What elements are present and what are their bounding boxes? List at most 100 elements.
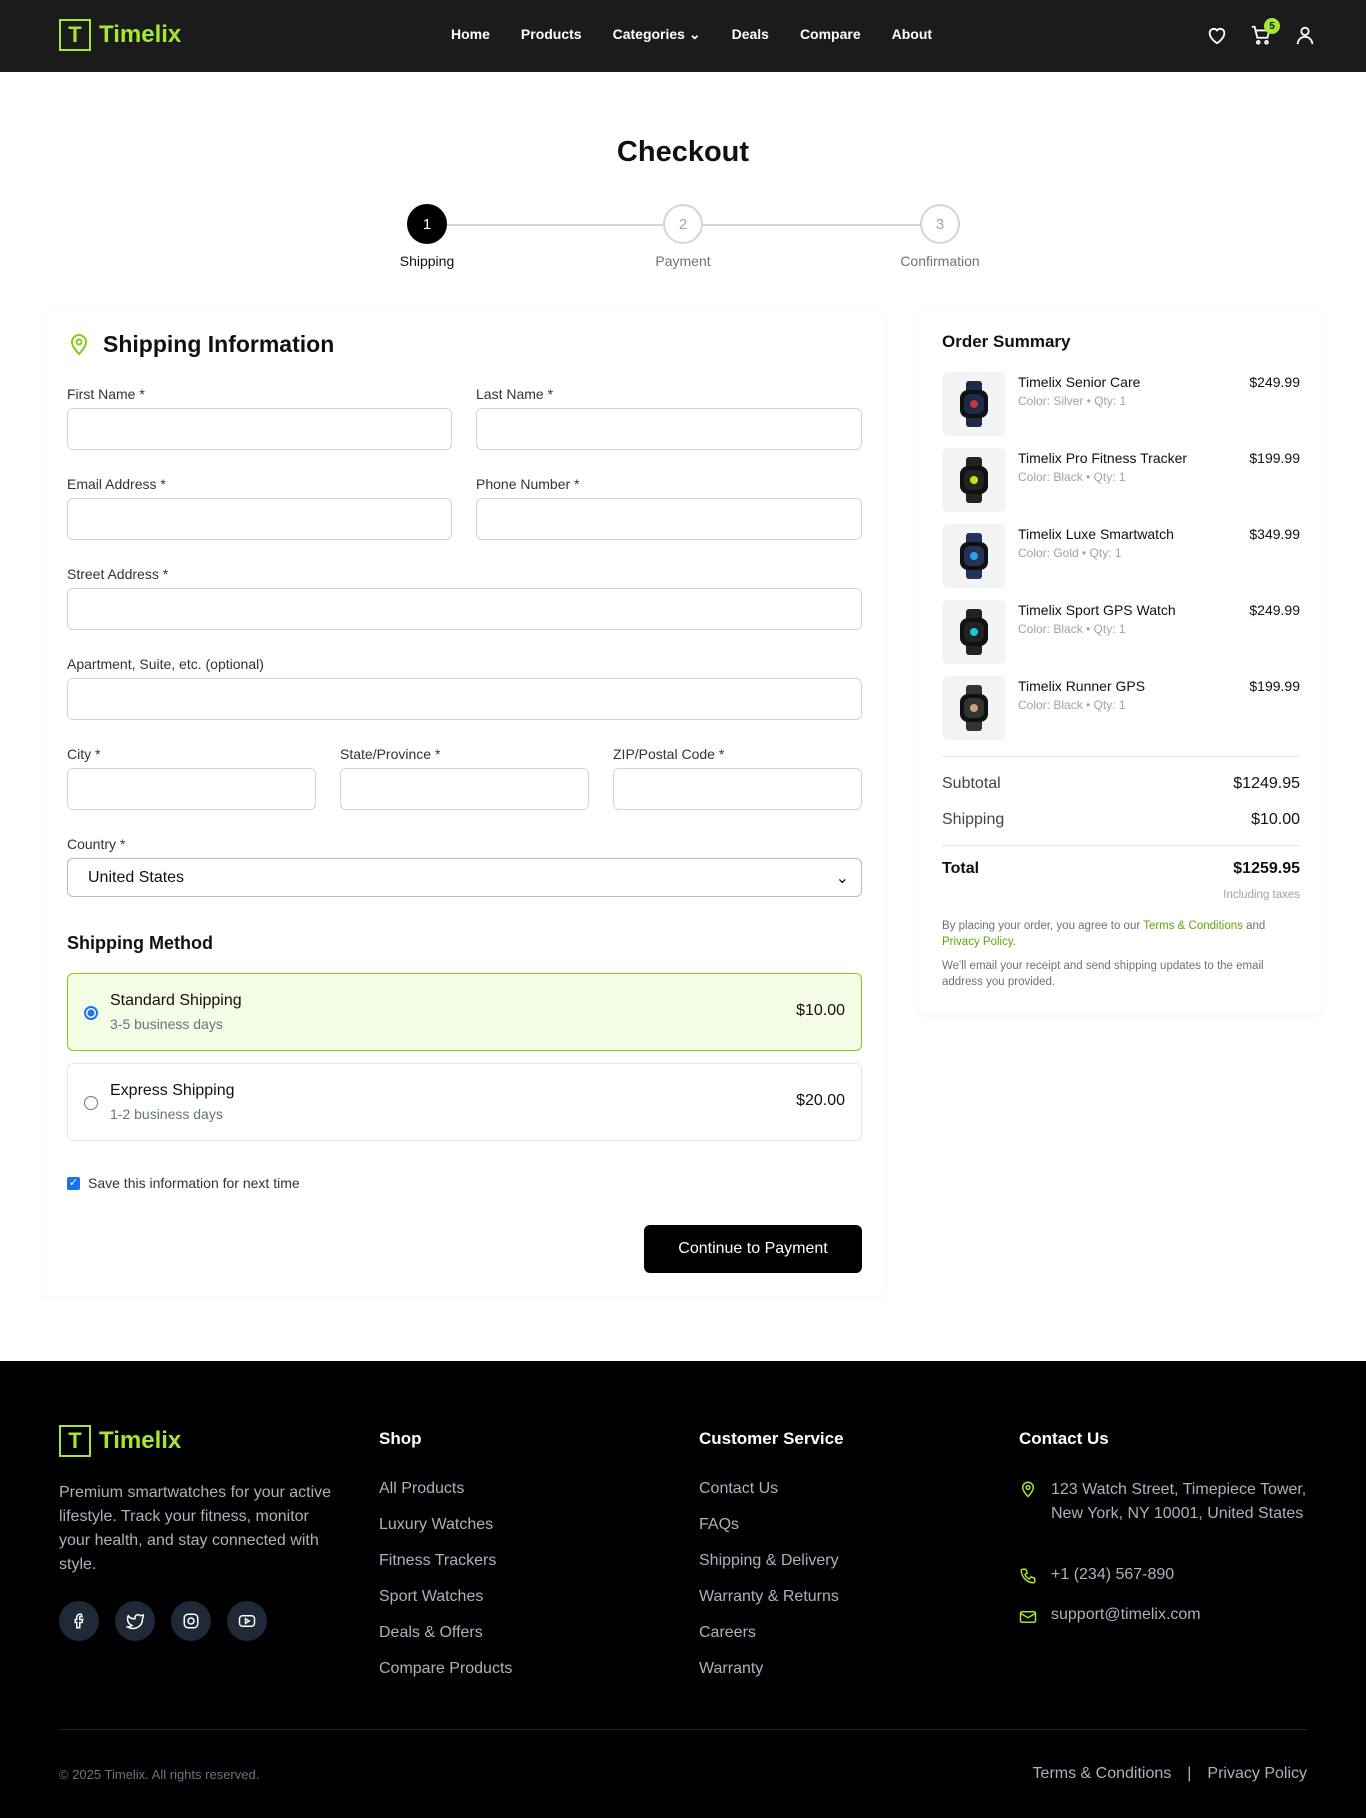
watch-icon <box>960 609 988 655</box>
item-price: $249.99 <box>1249 602 1300 618</box>
header: T Timelix Home Products Categories ⌄ Deal… <box>0 0 1366 72</box>
order-item: Timelix Pro Fitness Tracker Color: Black… <box>942 448 1300 512</box>
watch-icon <box>960 533 988 579</box>
shipping-option-express[interactable]: Express Shipping 1-2 business days $20.0… <box>67 1063 862 1141</box>
item-meta: Color: Black • Qty: 1 <box>1018 698 1126 712</box>
footer-link[interactable]: Deals & Offers <box>379 1624 483 1642</box>
product-thumbnail <box>942 524 1006 588</box>
nav-compare[interactable]: Compare <box>800 26 861 43</box>
street-input[interactable] <box>67 588 862 630</box>
footer-privacy-link[interactable]: Privacy Policy <box>1207 1765 1307 1783</box>
total-row: Total $1259.95 <box>942 860 1300 877</box>
shipping-method-title: Shipping Method <box>67 933 213 953</box>
order-item: Timelix Senior Care Color: Silver • Qty:… <box>942 372 1300 436</box>
last-name-input[interactable] <box>476 408 862 450</box>
checkbox-checked-icon[interactable]: ✓ <box>67 1176 80 1190</box>
chevron-down-icon: ⌄ <box>688 26 701 42</box>
agree-note: By placing your order, you agree to our … <box>942 920 1266 948</box>
footer-link[interactable]: FAQs <box>699 1516 739 1534</box>
email-label: Email Address * <box>67 476 166 492</box>
footer-link[interactable]: Shipping & Delivery <box>699 1552 839 1570</box>
step-connector <box>703 224 920 226</box>
nav-products[interactable]: Products <box>521 26 582 43</box>
footer <box>0 1361 1366 1818</box>
nav-categories[interactable]: Categories ⌄ <box>613 26 701 43</box>
zip-label: ZIP/Postal Code * <box>613 746 725 762</box>
step-2: 2 <box>663 204 703 244</box>
product-thumbnail <box>942 448 1006 512</box>
product-thumbnail <box>942 600 1006 664</box>
zip-input[interactable] <box>613 768 862 810</box>
footer-link[interactable]: Warranty & Returns <box>699 1588 839 1606</box>
footer-email[interactable]: support@timelix.com <box>1051 1606 1201 1624</box>
item-price: $249.99 <box>1249 374 1300 390</box>
item-name: Timelix Runner GPS <box>1018 678 1146 694</box>
logo[interactable]: T Timelix <box>59 19 181 51</box>
last-name-label: Last Name * <box>476 386 554 402</box>
item-name: Timelix Pro Fitness Tracker <box>1018 450 1188 466</box>
copyright: © 2025 Timelix. All rights reserved. <box>59 1767 260 1782</box>
item-name: Timelix Senior Care <box>1018 374 1141 390</box>
item-price: $349.99 <box>1249 526 1300 542</box>
apartment-label: Apartment, Suite, etc. (optional) <box>67 656 264 672</box>
email-input[interactable] <box>67 498 452 540</box>
subtotal-row: Subtotal $1249.95 <box>942 775 1300 792</box>
save-info-checkbox[interactable]: ✓ Save this information for next time <box>67 1175 300 1191</box>
item-price: $199.99 <box>1249 450 1300 466</box>
phone-label: Phone Number * <box>476 476 580 492</box>
step-1: 1 <box>407 204 447 244</box>
twitter-icon[interactable] <box>115 1601 155 1641</box>
item-meta: Color: Silver • Qty: 1 <box>1018 394 1127 408</box>
privacy-link[interactable]: Privacy Policy <box>942 936 1013 948</box>
city-input[interactable] <box>67 768 316 810</box>
footer-link[interactable]: Warranty <box>699 1660 763 1678</box>
footer-link[interactable]: Luxury Watches <box>379 1516 493 1534</box>
order-item: Timelix Luxe Smartwatch Color: Gold • Qt… <box>942 524 1300 588</box>
radio-selected[interactable] <box>84 1006 98 1020</box>
footer-contact-title: Contact Us <box>1019 1429 1109 1448</box>
watch-icon <box>960 685 988 731</box>
state-input[interactable] <box>340 768 589 810</box>
shipping-row: Shipping $10.00 <box>942 811 1300 828</box>
shipping-option-standard[interactable]: Standard Shipping 3-5 business days $10.… <box>67 973 862 1051</box>
footer-link[interactable]: Careers <box>699 1624 756 1642</box>
nav-deals[interactable]: Deals <box>732 26 769 43</box>
item-meta: Color: Gold • Qty: 1 <box>1018 546 1122 560</box>
user-icon[interactable] <box>1294 24 1316 51</box>
instagram-icon[interactable] <box>171 1601 211 1641</box>
facebook-icon[interactable] <box>59 1601 99 1641</box>
nav-about[interactable]: About <box>892 26 932 43</box>
radio-unselected[interactable] <box>84 1096 98 1110</box>
continue-to-payment-button[interactable]: Continue to Payment <box>644 1225 862 1273</box>
divider <box>942 756 1300 757</box>
step-connector <box>447 224 663 226</box>
footer-link[interactable]: Compare Products <box>379 1660 512 1678</box>
cart-icon[interactable]: 5 <box>1250 18 1280 51</box>
map-pin-icon <box>67 332 91 361</box>
phone-input[interactable] <box>476 498 862 540</box>
terms-link[interactable]: Terms & Conditions <box>1143 920 1243 932</box>
apartment-input[interactable] <box>67 678 862 720</box>
youtube-icon[interactable] <box>227 1601 267 1641</box>
footer-link[interactable]: All Products <box>379 1480 464 1498</box>
footer-cs-title: Customer Service <box>699 1429 844 1448</box>
footer-logo[interactable]: T Timelix <box>59 1425 181 1457</box>
tax-note: Including taxes <box>1223 889 1300 901</box>
separator: | <box>1187 1765 1192 1782</box>
footer-link[interactable]: Sport Watches <box>379 1588 483 1606</box>
footer-phone[interactable]: +1 (234) 567-890 <box>1051 1566 1174 1584</box>
footer-shop-title: Shop <box>379 1429 422 1448</box>
nav-home[interactable]: Home <box>451 26 490 43</box>
footer-link[interactable]: Contact Us <box>699 1480 778 1498</box>
step-label: Confirmation <box>900 253 980 269</box>
footer-about: Premium smartwatches for your active lif… <box>59 1484 332 1573</box>
country-select[interactable]: United States ⌄ <box>67 858 862 897</box>
heart-icon[interactable] <box>1206 24 1228 51</box>
footer-terms-link[interactable]: Terms & Conditions <box>1033 1765 1172 1783</box>
divider <box>942 845 1300 846</box>
first-name-input[interactable] <box>67 408 452 450</box>
chevron-down-icon: ⌄ <box>835 869 849 887</box>
footer-divider <box>59 1729 1307 1730</box>
footer-link[interactable]: Fitness Trackers <box>379 1552 496 1570</box>
watch-icon <box>960 381 988 427</box>
